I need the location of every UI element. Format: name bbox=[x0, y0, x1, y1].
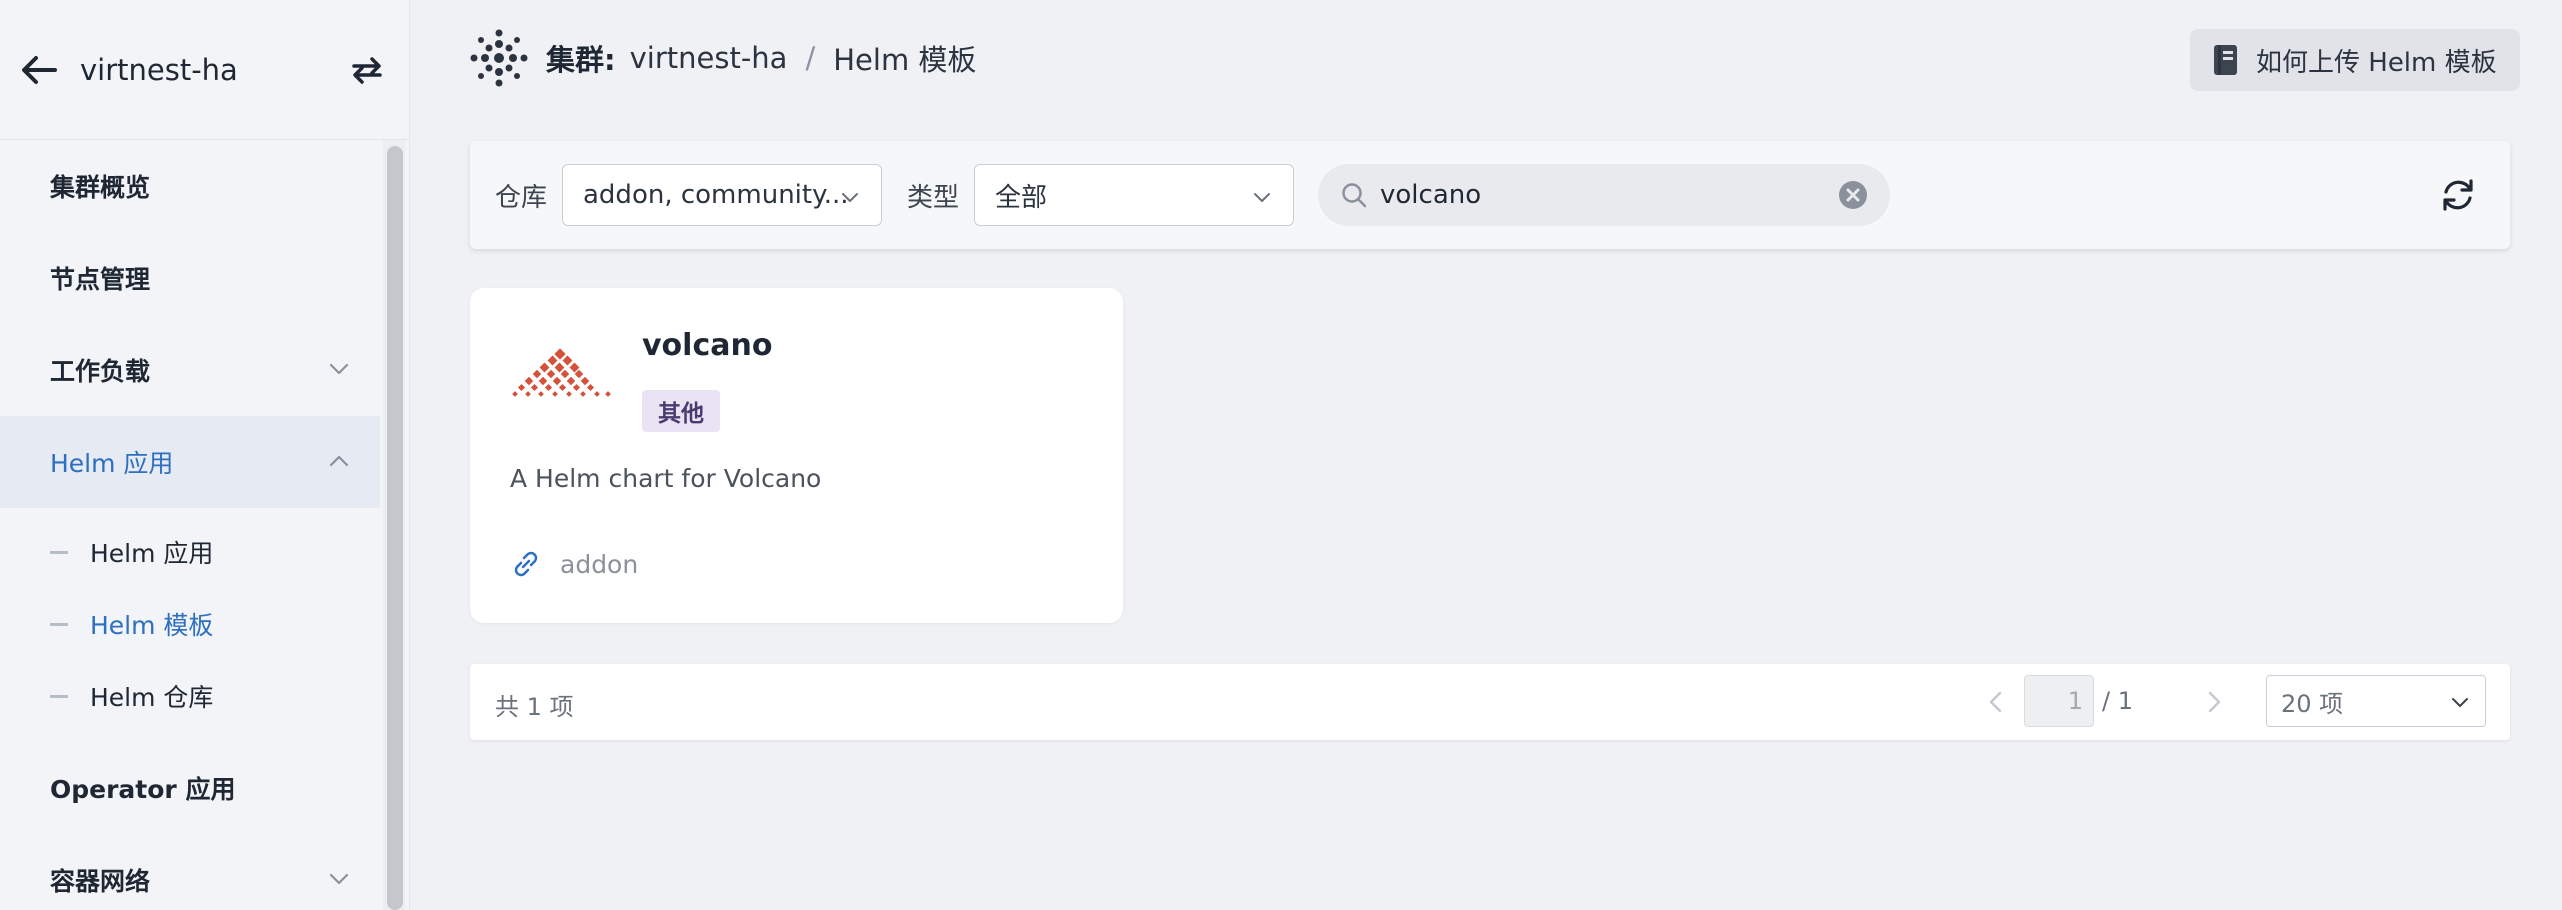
sidebar-item-label: 工作负载 bbox=[50, 357, 151, 386]
breadcrumb: 集群: virtnest-ha / Helm 模板 bbox=[470, 29, 977, 87]
back-button[interactable] bbox=[18, 49, 60, 91]
sidebar-scrollbar-thumb[interactable] bbox=[387, 146, 403, 910]
sidebar-subitem-helm-apps[interactable]: Helm 应用 bbox=[0, 520, 380, 584]
total-count: 共 1 项 bbox=[495, 693, 574, 721]
sidebar-item-label: 容器网络 bbox=[50, 867, 151, 896]
sidebar-item-node-management[interactable]: 节点管理 bbox=[0, 232, 380, 324]
chevron-left-icon[interactable] bbox=[1982, 688, 2010, 716]
chevron-up-icon bbox=[329, 455, 349, 467]
page-size-select[interactable]: 20 项 bbox=[2266, 675, 2486, 727]
page-number-input[interactable] bbox=[2024, 675, 2094, 727]
type-filter-label: 类型 bbox=[907, 183, 960, 213]
sidebar-subitem-label: Helm 模板 bbox=[90, 611, 214, 640]
sidebar-subitem-helm-repos[interactable]: Helm 仓库 bbox=[0, 664, 380, 728]
chevron-down-icon bbox=[329, 873, 349, 885]
sidebar-item-container-network[interactable]: 容器网络 bbox=[0, 834, 380, 910]
search-box bbox=[1318, 164, 1890, 226]
sidebar: virtnest-ha 集群概览 节点管理 工作负载 Helm 应用 Helm … bbox=[0, 0, 410, 910]
upload-help-button[interactable]: 如何上传 Helm 模板 bbox=[2190, 29, 2520, 91]
page-size-value: 20 项 bbox=[2281, 689, 2344, 718]
sidebar-item-helm-apps[interactable]: Helm 应用 bbox=[0, 416, 380, 508]
breadcrumb-cluster-label: 集群: bbox=[546, 43, 616, 77]
sidebar-item-label: Operator 应用 bbox=[50, 775, 236, 804]
chevron-down-icon bbox=[2452, 698, 2468, 707]
template-repo: addon bbox=[510, 544, 638, 584]
sidebar-item-operator-apps[interactable]: Operator 应用 bbox=[0, 742, 380, 834]
chevron-down-icon bbox=[1254, 193, 1270, 202]
total-pages: / 1 bbox=[2102, 687, 2133, 715]
clear-search-icon[interactable] bbox=[1838, 180, 1868, 210]
repo-filter-label: 仓库 bbox=[495, 183, 548, 213]
search-icon bbox=[1342, 183, 1367, 208]
cluster-title: virtnest-ha bbox=[80, 52, 238, 87]
template-repo-name: addon bbox=[560, 549, 639, 579]
sidebar-header: virtnest-ha bbox=[0, 0, 410, 140]
chevron-down-icon bbox=[329, 363, 349, 375]
repo-select[interactable]: addon, community... bbox=[562, 164, 882, 226]
sidebar-subitem-label: Helm 仓库 bbox=[90, 683, 214, 712]
volcano-logo-icon bbox=[512, 348, 611, 397]
template-name: volcano bbox=[642, 328, 773, 363]
breadcrumb-separator: / bbox=[805, 41, 816, 75]
sidebar-item-workloads[interactable]: 工作负载 bbox=[0, 324, 380, 416]
refresh-icon[interactable] bbox=[2438, 175, 2478, 215]
filter-bar: 仓库 addon, community... 类型 全部 bbox=[470, 141, 2510, 249]
page-header: 集群: virtnest-ha / Helm 模板 如何上传 Helm 模板 bbox=[410, 0, 2562, 120]
sidebar-item-label: Helm 应用 bbox=[50, 449, 174, 478]
upload-help-label: 如何上传 Helm 模板 bbox=[2256, 47, 2497, 78]
chevron-down-icon bbox=[842, 193, 858, 202]
dash-marker bbox=[50, 550, 68, 554]
type-select[interactable]: 全部 bbox=[974, 164, 1294, 226]
dash-marker bbox=[50, 694, 68, 698]
sidebar-subitem-label: Helm 应用 bbox=[90, 539, 214, 568]
dash-marker bbox=[50, 622, 68, 626]
category-badge: 其他 bbox=[642, 390, 720, 432]
arrow-left-icon bbox=[22, 55, 57, 84]
link-icon bbox=[514, 551, 538, 577]
repo-select-value: addon, community... bbox=[583, 180, 849, 210]
book-icon bbox=[2214, 45, 2237, 75]
sidebar-item-label: 节点管理 bbox=[50, 265, 151, 294]
swap-icon bbox=[352, 57, 382, 84]
template-description: A Helm chart for Volcano bbox=[510, 464, 822, 493]
cluster-icon bbox=[470, 29, 528, 87]
breadcrumb-current-page: Helm 模板 bbox=[833, 43, 977, 77]
sidebar-item-cluster-overview[interactable]: 集群概览 bbox=[0, 140, 380, 232]
breadcrumb-cluster-link[interactable]: virtnest-ha bbox=[630, 41, 788, 75]
search-input[interactable] bbox=[1380, 180, 1800, 210]
type-select-value: 全部 bbox=[995, 182, 1048, 213]
helm-template-card[interactable]: volcano 其他 A Helm chart for Volcano addo… bbox=[470, 288, 1123, 623]
switch-cluster-button[interactable] bbox=[346, 49, 388, 91]
sidebar-subitem-helm-templates[interactable]: Helm 模板 bbox=[0, 592, 380, 656]
chevron-right-icon[interactable] bbox=[2200, 688, 2228, 716]
sidebar-item-label: 集群概览 bbox=[50, 173, 151, 202]
pagination: 共 1 项 / 1 20 项 bbox=[470, 664, 2510, 740]
